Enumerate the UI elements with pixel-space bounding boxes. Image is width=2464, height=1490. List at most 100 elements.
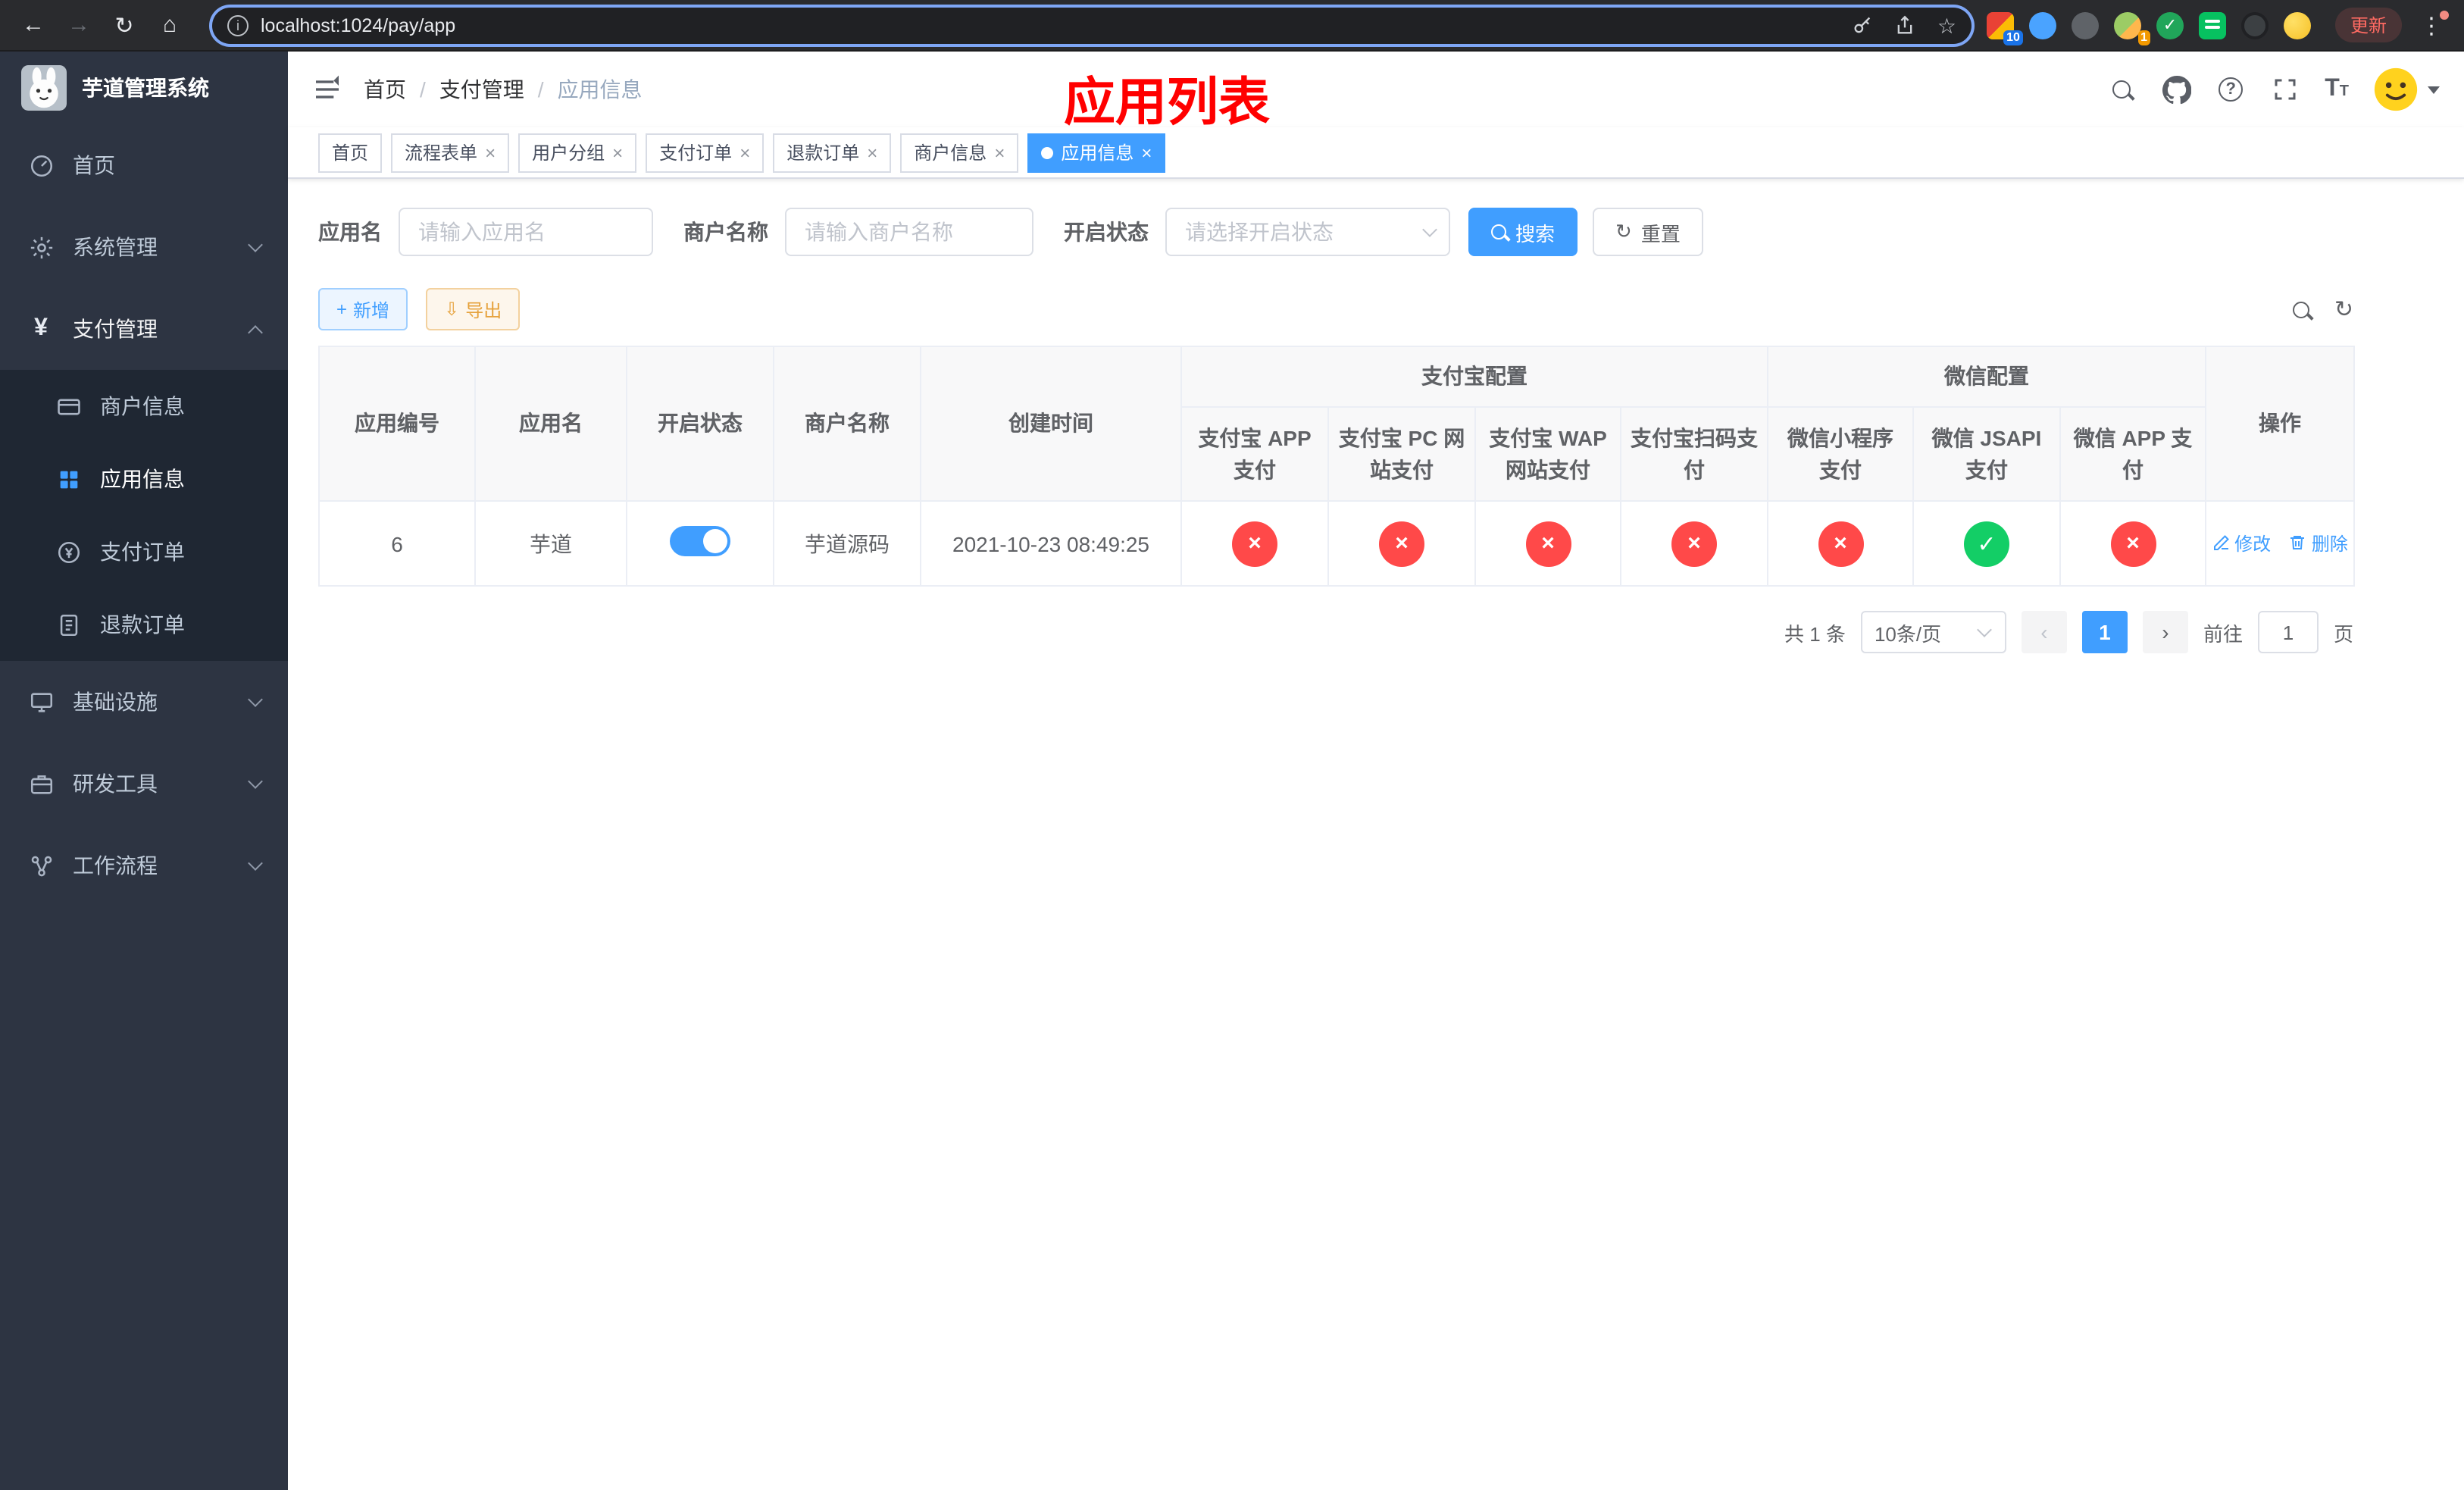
sidebar-item-pay-order[interactable]: 支付订单	[0, 515, 288, 588]
extension-grid-icon[interactable]: 10	[1986, 11, 2023, 45]
tab-pay-order[interactable]: 支付订单 ×	[646, 133, 765, 172]
browser-update-button[interactable]: 更新	[2334, 8, 2402, 42]
sidebar-item-infrastructure[interactable]: 基础设施	[0, 661, 288, 743]
close-icon[interactable]: ×	[740, 143, 750, 161]
breadcrumb-separator: /	[537, 77, 544, 102]
tab-home[interactable]: 首页	[318, 133, 383, 172]
reset-button[interactable]: ↻ 重置	[1593, 208, 1703, 256]
table-refresh-icon[interactable]: ↻	[2334, 296, 2353, 323]
extension-chat-icon[interactable]	[2198, 11, 2226, 39]
tab-refund-order[interactable]: 退款订单 ×	[773, 133, 892, 172]
extension-dark-icon[interactable]	[2071, 11, 2099, 39]
search-button[interactable]: 搜索	[1468, 208, 1578, 256]
cell-app-name: 芋道	[474, 500, 627, 587]
sidebar-item-label: 支付订单	[100, 540, 185, 564]
close-icon[interactable]: ×	[485, 143, 496, 161]
close-icon[interactable]: ×	[1141, 143, 1152, 161]
page-size-select[interactable]: 10条/页	[1860, 611, 2006, 653]
active-dot-icon	[1041, 146, 1054, 158]
search-icon[interactable]	[2106, 74, 2137, 105]
app-name-input[interactable]	[399, 208, 653, 256]
font-size-icon[interactable]: TT	[2325, 77, 2349, 102]
add-button[interactable]: + 新增	[318, 288, 408, 330]
goto-page-input[interactable]	[2257, 611, 2319, 653]
card-icon	[55, 393, 82, 420]
tab-app-info[interactable]: 应用信息 ×	[1027, 133, 1166, 172]
cell-alipay-wap: ×	[1474, 500, 1621, 587]
tab-merchant-info[interactable]: 商户信息 ×	[900, 133, 1019, 172]
status-select-input[interactable]	[1165, 208, 1450, 256]
col-alipay-pc: 支付宝 PC 网站支付	[1327, 406, 1476, 502]
forward-icon[interactable]: →	[61, 7, 97, 43]
browser-menu-icon[interactable]: ⋮	[2414, 10, 2449, 39]
next-page-button[interactable]: ›	[2142, 611, 2188, 653]
password-key-icon[interactable]	[1853, 14, 1874, 36]
back-icon[interactable]: ←	[15, 7, 52, 43]
breadcrumb-payment[interactable]: 支付管理	[439, 74, 524, 105]
address-bar[interactable]: i localhost:1024/pay/app ☆	[212, 7, 1972, 43]
reload-icon[interactable]: ↻	[106, 7, 142, 43]
home-icon[interactable]: ⌂	[152, 7, 188, 43]
extension-blue-icon[interactable]	[2028, 11, 2056, 39]
breadcrumb-current: 应用信息	[557, 77, 643, 102]
share-icon[interactable]	[1895, 14, 1916, 36]
close-icon[interactable]: ×	[612, 143, 623, 161]
sidebar-item-label: 支付管理	[73, 317, 158, 341]
browser-toolbar: ← → ↻ ⌂ i localhost:1024/pay/app ☆ 10 1 …	[0, 0, 2464, 52]
sidebar-item-label: 应用信息	[100, 467, 185, 491]
help-icon[interactable]: ?	[2215, 74, 2246, 105]
sidebar-item-refund-order[interactable]: 退款订单	[0, 588, 288, 661]
col-wechat-app: 微信 APP 支付	[2059, 406, 2206, 502]
tab-user-group[interactable]: 用户分组 ×	[518, 133, 637, 172]
col-alipay-app: 支付宝 APP 支付	[1180, 406, 1329, 502]
sidebar-item-devtools[interactable]: 研发工具	[0, 743, 288, 825]
sidebar-item-payment[interactable]: ¥ 支付管理	[0, 288, 288, 370]
status-toggle[interactable]	[670, 526, 730, 556]
fullscreen-icon[interactable]	[2270, 74, 2300, 105]
sidebar-logo[interactable]: 芋道管理系统	[0, 52, 288, 124]
close-icon[interactable]: ×	[867, 143, 877, 161]
tab-process-form[interactable]: 流程表单 ×	[391, 133, 510, 172]
status-check-icon: ✓	[1964, 521, 2009, 566]
breadcrumb-home[interactable]: 首页	[364, 74, 406, 105]
download-icon: ⇩	[444, 299, 460, 320]
site-info-icon[interactable]: i	[227, 14, 249, 36]
edit-link[interactable]: 修改	[2212, 531, 2271, 556]
export-button[interactable]: ⇩ 导出	[426, 288, 521, 330]
sidebar-item-merchant-info[interactable]: 商户信息	[0, 370, 288, 443]
close-icon[interactable]: ×	[994, 143, 1005, 161]
user-avatar[interactable]	[2373, 67, 2440, 112]
bookmark-star-icon[interactable]: ☆	[1937, 14, 1956, 36]
screen: ← → ↻ ⌂ i localhost:1024/pay/app ☆ 10 1 …	[0, 0, 2464, 1490]
cell-merchant: 芋道源码	[773, 500, 921, 587]
merchant-name-input[interactable]	[785, 208, 1033, 256]
sidebar-item-label: 商户信息	[100, 394, 185, 418]
extension-green-check-icon[interactable]: ✓	[2156, 11, 2184, 39]
sidebar-item-home[interactable]: 首页	[0, 124, 288, 206]
sidebar-item-label: 研发工具	[73, 772, 158, 796]
refresh-icon: ↻	[1615, 220, 1632, 243]
github-icon[interactable]	[2161, 74, 2191, 105]
sidebar-item-system[interactable]: 系统管理	[0, 206, 288, 288]
status-cross-icon: ×	[1818, 521, 1863, 566]
sidebar-item-app-info[interactable]: 应用信息	[0, 443, 288, 515]
sidebar-collapse-icon[interactable]	[312, 74, 342, 105]
navbar: 首页 / 支付管理 / 应用信息 ? TT	[288, 52, 2464, 127]
table-search-icon[interactable]	[2293, 301, 2310, 318]
sidebar-item-workflow[interactable]: 工作流程	[0, 825, 288, 906]
status-cross-icon: ×	[1525, 521, 1571, 566]
col-alipay-wap: 支付宝 WAP 网站支付	[1474, 406, 1621, 502]
group-alipay-config: 支付宝配置	[1180, 346, 1768, 408]
col-wechat-mini: 微信小程序支付	[1767, 406, 1914, 502]
page-content: 应用名 商户名称 开启状态 搜索 ↻ 重置	[288, 179, 2464, 1490]
extension-pinwheel-icon[interactable]	[2240, 11, 2269, 39]
prev-page-button[interactable]: ‹	[2021, 611, 2067, 653]
extension-smiley-icon[interactable]	[2283, 11, 2311, 39]
page-1-button[interactable]: 1	[2081, 611, 2128, 653]
url-text[interactable]: localhost:1024/pay/app	[261, 14, 455, 36]
delete-link[interactable]: 删除	[2289, 531, 2348, 556]
cell-app-id: 6	[318, 500, 476, 587]
status-select[interactable]	[1165, 208, 1450, 256]
extension-avatar-badge: 1	[2137, 30, 2150, 45]
extension-avatar-icon[interactable]: 1	[2113, 11, 2150, 45]
